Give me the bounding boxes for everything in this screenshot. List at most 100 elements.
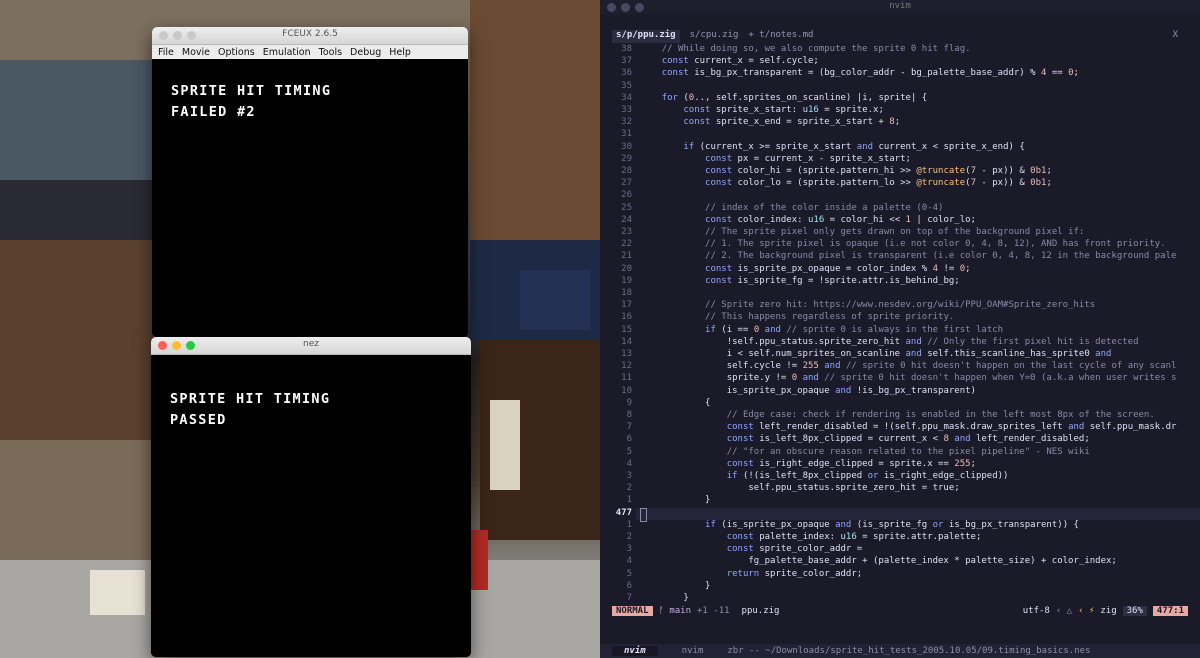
code-line[interactable]: i < self.num_sprites_on_scanline and sel… <box>640 349 1112 359</box>
mode-indicator: NORMAL <box>612 605 653 616</box>
code-line[interactable]: sprite.y != 0 and // sprite 0 hit doesn'… <box>640 373 1177 383</box>
line-number: 16 <box>621 312 632 323</box>
tmux-window-active[interactable]: nvim <box>612 646 658 656</box>
nez-titlebar[interactable]: nez <box>151 337 471 355</box>
line-number: 20 <box>621 263 632 274</box>
menu-help[interactable]: Help <box>389 47 411 58</box>
line-number: 4 <box>626 556 632 567</box>
line-number: 21 <box>621 251 632 262</box>
file-type: zig <box>1100 605 1117 616</box>
code-line[interactable]: } <box>640 581 710 591</box>
line-number: 477 <box>615 507 632 518</box>
window-title: FCEUX 2.6.5 <box>282 29 338 39</box>
line-number: 5 <box>626 446 632 457</box>
code-line[interactable]: if (current_x >= sprite_x_start and curr… <box>640 142 1024 152</box>
code-line[interactable]: // While doing so, we also compute the s… <box>640 44 971 54</box>
menu-tools[interactable]: Tools <box>319 47 342 58</box>
line-number: 17 <box>621 300 632 311</box>
code-line[interactable]: // This happens regardless of sprite pri… <box>640 312 954 322</box>
line-number: 19 <box>621 275 632 286</box>
code-line[interactable]: fg_palette_base_addr + (palette_index * … <box>640 556 1116 566</box>
line-number: 22 <box>621 239 632 250</box>
line-number: 7 <box>626 422 632 433</box>
fceux-window[interactable]: FCEUX 2.6.5 File Movie Options Emulation… <box>152 27 468 337</box>
menu-file[interactable]: File <box>158 47 174 58</box>
code-line[interactable]: const is_right_edge_clipped = sprite.x =… <box>640 459 976 469</box>
line-number: 27 <box>621 178 632 189</box>
tab-notes-md[interactable]: + t/notes.md <box>748 30 813 43</box>
buffer-tabline: s/p/ppu.zig s/cpu.zig + t/notes.md X <box>612 30 1200 43</box>
line-number: 7 <box>626 593 632 603</box>
code-line[interactable]: const palette_index: u16 = sprite.attr.p… <box>640 532 982 542</box>
nez-window[interactable]: nez SPRITE HIT TIMING PASSED <box>151 337 471 657</box>
code-line[interactable]: if (i == 0 and // sprite 0 is always in … <box>640 325 1003 335</box>
code-line[interactable]: const is_bg_px_transparent = (bg_color_a… <box>640 68 1079 78</box>
code-line[interactable]: // The sprite pixel only gets drawn on t… <box>640 227 1084 237</box>
tab-cpu-zig[interactable]: s/cpu.zig <box>690 30 739 43</box>
line-number: 36 <box>621 68 632 79</box>
code-line[interactable]: const sprite_color_addr = <box>640 544 862 554</box>
line-number: 23 <box>621 227 632 237</box>
code-line[interactable]: const is_left_8px_clipped = current_x < … <box>640 434 1090 444</box>
screen-text-line: FAILED #2 <box>171 104 256 120</box>
screen-text-line: PASSED <box>170 412 227 428</box>
line-number: 35 <box>621 80 632 91</box>
code-line[interactable]: self.ppu_status.sprite_zero_hit = true; <box>640 483 959 493</box>
line-number: 24 <box>621 214 632 225</box>
line-number: 3 <box>626 471 632 481</box>
code-line[interactable]: // "for an obscure reason related to the… <box>640 447 1090 457</box>
screen-text-line: SPRITE HIT TIMING <box>170 391 331 407</box>
code-line[interactable]: // 2. The background pixel is transparen… <box>640 251 1176 261</box>
code-line[interactable]: for (0.., self.sprites_on_scanline) |i, … <box>640 93 928 103</box>
code-line[interactable]: const px = current_x - sprite_x_start; <box>640 154 911 164</box>
code-line[interactable]: const color_index: u16 = color_hi << 1 |… <box>640 215 976 225</box>
code-line[interactable]: // Edge case: check if rendering is enab… <box>640 410 1155 420</box>
tab-ppu-zig[interactable]: s/p/ppu.zig <box>612 30 680 43</box>
code-line[interactable]: self.cycle != 255 and // sprite 0 hit do… <box>640 361 1177 371</box>
code-line[interactable]: const current_x = self.cycle; <box>640 56 819 66</box>
scroll-percent: 36% <box>1122 605 1147 616</box>
line-number: 6 <box>626 580 632 591</box>
line-number: 4 <box>626 458 632 469</box>
code-line[interactable]: const color_hi = (sprite.pattern_hi >> @… <box>640 166 1052 176</box>
tmux-pane-path: zbr -- ~/Downloads/sprite_hit_tests_2005… <box>727 646 1091 656</box>
code-line[interactable]: } <box>640 593 688 603</box>
code-line[interactable]: const is_sprite_fg = !sprite.attr.is_beh… <box>640 276 960 286</box>
line-number: 31 <box>621 129 632 140</box>
terminal-titlebar[interactable]: nvim <box>600 0 1200 14</box>
code-line[interactable]: { <box>640 398 710 408</box>
fceux-titlebar[interactable]: FCEUX 2.6.5 <box>152 27 468 45</box>
zig-icon: ‹ ⚡ <box>1078 605 1095 616</box>
menu-emulation[interactable]: Emulation <box>263 47 311 58</box>
code-line[interactable]: // 1. The sprite pixel is opaque (i.e no… <box>640 239 1166 249</box>
code-line[interactable]: const sprite_x_start: u16 = sprite.x; <box>640 105 884 115</box>
code-line[interactable]: const sprite_x_end = sprite_x_start + 8; <box>640 117 900 127</box>
code-line[interactable]: if (!(is_left_8px_clipped or is_right_ed… <box>640 471 1009 481</box>
code-line[interactable]: if (is_sprite_px_opaque and (is_sprite_f… <box>640 520 1079 530</box>
line-number: 37 <box>621 56 632 67</box>
code-line[interactable]: // Sprite zero hit: https://www.nesdev.o… <box>640 300 1095 310</box>
terminal-window[interactable]: nvim s/p/ppu.zig s/cpu.zig + t/notes.md … <box>600 0 1200 658</box>
line-number: 2 <box>626 532 632 542</box>
line-number: 28 <box>621 166 632 176</box>
code-line[interactable]: const left_render_disabled = !(self.ppu_… <box>640 422 1177 432</box>
menu-debug[interactable]: Debug <box>350 47 381 58</box>
line-number: 33 <box>621 105 632 115</box>
line-number: 1 <box>626 519 632 530</box>
code-line[interactable]: } <box>640 495 710 505</box>
code-line[interactable]: !self.ppu_status.sprite_zero_hit and // … <box>640 337 1139 347</box>
menu-options[interactable]: Options <box>218 47 255 58</box>
tmux-window[interactable]: nvim <box>658 646 728 656</box>
code-line[interactable]: const is_sprite_px_opaque = color_index … <box>640 264 971 274</box>
code-line[interactable]: // index of the color inside a palette (… <box>640 203 943 213</box>
code-line[interactable]: const color_lo = (sprite.pattern_lo >> @… <box>640 178 1052 188</box>
file-name: ppu.zig <box>741 605 780 616</box>
line-number: 8 <box>626 410 632 420</box>
code-line[interactable]: return sprite_color_addr; <box>640 569 862 579</box>
close-icon[interactable]: X <box>1173 30 1178 40</box>
git-diff-stats: +1 -11 <box>697 605 730 616</box>
menu-movie[interactable]: Movie <box>182 47 210 58</box>
tmux-status-bar: nvim nvim zbr -- ~/Downloads/sprite_hit_… <box>600 644 1200 658</box>
nes-screen: SPRITE HIT TIMING FAILED #2 <box>152 59 468 337</box>
code-line[interactable]: is_sprite_px_opaque and !is_bg_px_transp… <box>640 386 976 396</box>
